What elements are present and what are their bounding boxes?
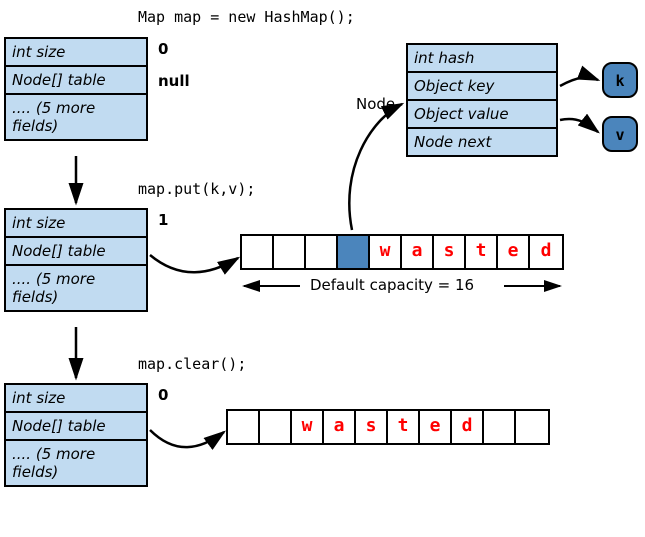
field-table: Node[] table [6,238,146,266]
field-size: int size [6,210,146,238]
map-state-1: int size Node[] table .... (5 more field… [4,37,148,141]
code-line-new: Map map = new HashMap(); [138,8,355,26]
field-table: Node[] table [6,413,146,441]
state3-size-value: 0 [158,386,168,404]
field-more: .... (5 more fields) [6,266,146,310]
field-table: Node[] table [6,67,146,95]
array-slot: a [402,236,434,268]
array-slot [516,411,548,443]
array-slot: t [388,411,420,443]
node-field-value: Object value [408,101,556,129]
field-more: .... (5 more fields) [6,441,146,485]
array-slot: e [420,411,452,443]
array-slot [274,236,306,268]
array-slot [306,236,338,268]
state1-size-value: 0 [158,40,168,58]
node-field-key: Object key [408,73,556,101]
array-slot: d [530,236,562,268]
array-slot [242,236,274,268]
state1-table-value: null [158,72,190,90]
table-array-1: wa ste d [240,234,564,270]
array-slot [260,411,292,443]
array-slot: e [498,236,530,268]
state2-size-value: 1 [158,211,168,229]
node-field-next: Node next [408,129,556,155]
array-slot: w [292,411,324,443]
array-slot: d [452,411,484,443]
array-slot: s [434,236,466,268]
code-line-put: map.put(k,v); [138,180,255,198]
node-label: Node [356,95,395,113]
node-box: int hash Object key Object value Node ne… [406,43,558,157]
array-slot: s [356,411,388,443]
array-slot [338,236,370,268]
node-field-hash: int hash [408,45,556,73]
array-slot [484,411,516,443]
array-slot: a [324,411,356,443]
map-state-2: int size Node[] table .... (5 more field… [4,208,148,312]
code-line-clear: map.clear(); [138,355,246,373]
value-badge: v [602,116,638,152]
capacity-label: Default capacity = 16 [310,276,474,294]
field-size: int size [6,385,146,413]
diagram-canvas: Map map = new HashMap(); map.put(k,v); m… [0,0,645,537]
field-size: int size [6,39,146,67]
array-slot: w [370,236,402,268]
field-more: .... (5 more fields) [6,95,146,139]
map-state-3: int size Node[] table .... (5 more field… [4,383,148,487]
array-slot [228,411,260,443]
table-array-2: w ast ed [226,409,550,445]
array-slot: t [466,236,498,268]
key-badge: k [602,62,638,98]
